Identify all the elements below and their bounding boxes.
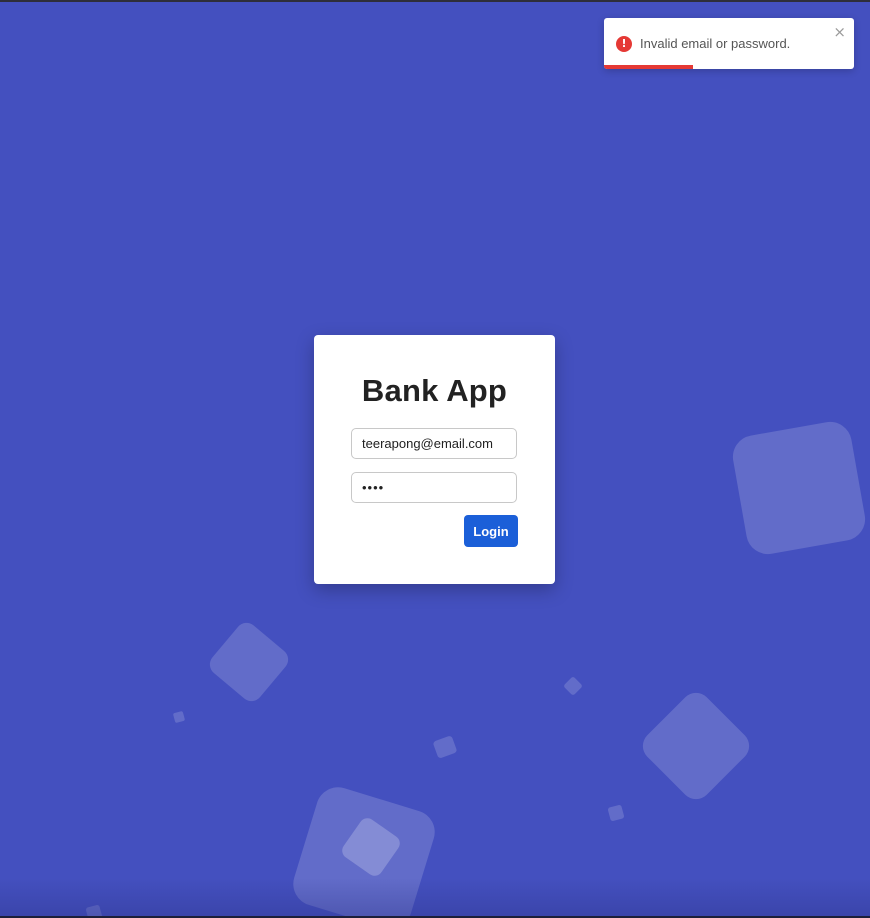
- background-decoration: [205, 618, 293, 706]
- background-decoration: [172, 710, 186, 724]
- email-field[interactable]: [351, 428, 517, 459]
- window-top-edge: [0, 0, 870, 2]
- close-icon[interactable]: ×: [833, 25, 846, 40]
- bottom-shade: [0, 878, 870, 918]
- login-button[interactable]: Login: [464, 515, 518, 547]
- toast-progress-track: [604, 65, 854, 69]
- toast-message: Invalid email or password.: [640, 36, 791, 51]
- password-field[interactable]: [351, 472, 517, 503]
- error-icon: !: [616, 36, 632, 52]
- background-decoration: [563, 676, 583, 696]
- error-toast: ! Invalid email or password. ×: [604, 18, 854, 69]
- app-title: Bank App: [361, 373, 508, 408]
- background-decoration: [729, 418, 869, 558]
- login-card: Bank App Login: [314, 335, 555, 584]
- background-decoration: [607, 804, 625, 822]
- toast-progress-bar: [604, 65, 693, 69]
- background-decoration: [636, 686, 756, 806]
- background-decoration: [432, 735, 458, 759]
